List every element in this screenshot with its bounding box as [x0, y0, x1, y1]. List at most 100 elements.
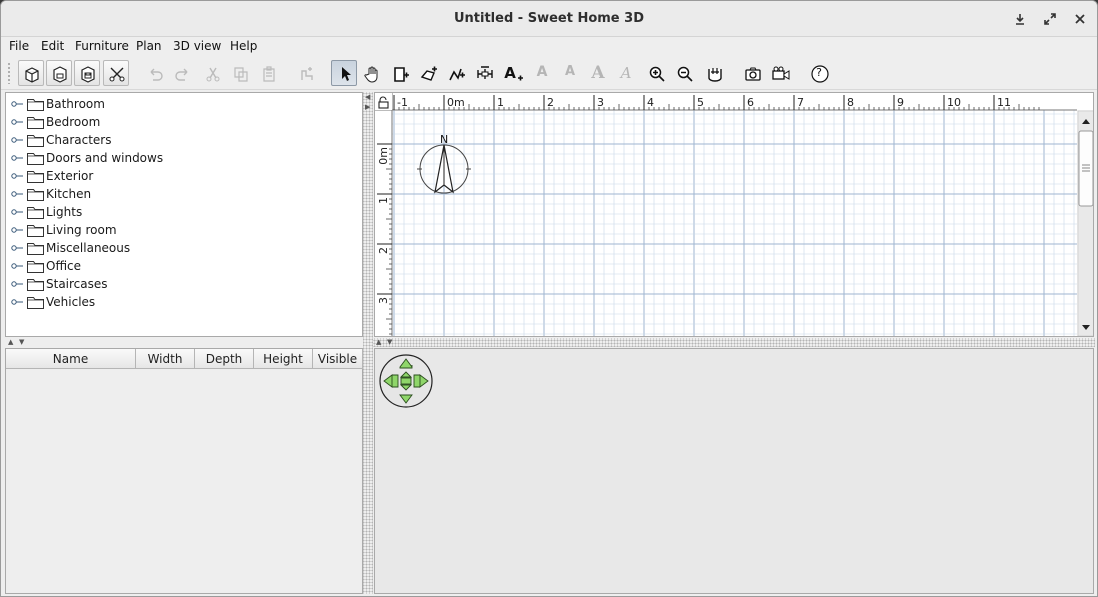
- catalog-category-row[interactable]: Bathroom: [6, 95, 346, 113]
- zoom-in-button[interactable]: [643, 60, 669, 86]
- left-split-divider[interactable]: ▲ ▼: [5, 338, 363, 347]
- expand-toggle-icon[interactable]: [11, 135, 23, 145]
- split-up-arrow-icon[interactable]: ▲: [8, 339, 13, 346]
- catalog-category-row[interactable]: Lights: [6, 203, 346, 221]
- cut-button[interactable]: [199, 60, 225, 86]
- catalog-category-label: Bedroom: [46, 115, 101, 129]
- plan-view[interactable]: -2-10m12345678910110m123N: [374, 92, 1094, 337]
- catalog-category-row[interactable]: Vehicles: [6, 293, 346, 311]
- undo-button[interactable]: [141, 60, 167, 86]
- catalog-category-row[interactable]: Office: [6, 257, 346, 275]
- help-button[interactable]: ?: [806, 60, 832, 86]
- split-right-arrow-icon[interactable]: ▶: [365, 104, 370, 111]
- create-walls-button[interactable]: [387, 60, 413, 86]
- save-button[interactable]: [74, 60, 100, 86]
- open-button[interactable]: [46, 60, 72, 86]
- camera-icon: [745, 67, 761, 81]
- menu-furniture[interactable]: Furniture: [75, 39, 129, 53]
- catalog-category-row[interactable]: Living room: [6, 221, 346, 239]
- column-header-height[interactable]: Height: [254, 349, 313, 369]
- lock-icon-body[interactable]: [378, 101, 389, 109]
- create-photo-button[interactable]: [739, 60, 765, 86]
- expand-toggle-icon[interactable]: [11, 225, 23, 235]
- create-polylines-button[interactable]: [443, 60, 469, 86]
- new-home-button[interactable]: [18, 60, 44, 86]
- catalog-category-label: Staircases: [46, 277, 108, 291]
- create-dimensions-icon: [477, 66, 493, 79]
- menu-file[interactable]: File: [9, 39, 29, 53]
- copy-icon: [234, 67, 248, 82]
- cut-plan-tool-button[interactable]: [103, 60, 129, 86]
- decrease-text-size-button[interactable]: A: [557, 60, 583, 86]
- menu-plan[interactable]: Plan: [136, 39, 162, 53]
- maximize-icon[interactable]: [1041, 10, 1059, 28]
- pan-mode-button[interactable]: [359, 60, 385, 86]
- column-header-depth[interactable]: Depth: [195, 349, 254, 369]
- expand-toggle-icon[interactable]: [11, 189, 23, 199]
- expand-toggle-icon[interactable]: [11, 297, 23, 307]
- import-furniture-button[interactable]: [701, 60, 727, 86]
- minimize-icon[interactable]: [1011, 10, 1029, 28]
- ruler-label: 5: [697, 96, 704, 109]
- italic-text-icon: A: [620, 64, 632, 82]
- catalog-category-row[interactable]: Doors and windows: [6, 149, 346, 167]
- expand-toggle-icon[interactable]: [11, 261, 23, 271]
- column-header-name[interactable]: Name: [6, 349, 136, 369]
- split-down-arrow-icon[interactable]: ▼: [387, 339, 392, 346]
- split-up-arrow-icon[interactable]: ▲: [376, 339, 381, 346]
- menu-help[interactable]: Help: [230, 39, 257, 53]
- menu-edit[interactable]: Edit: [41, 39, 64, 53]
- expand-toggle-icon[interactable]: [11, 99, 23, 109]
- split-left-arrow-icon[interactable]: ◀: [365, 94, 370, 101]
- column-header-width[interactable]: Width: [136, 349, 195, 369]
- increase-text-icon: A: [536, 64, 548, 80]
- add-furniture-button[interactable]: [293, 60, 319, 86]
- ruler-label: 9: [897, 96, 904, 109]
- navigation-arrows-icon[interactable]: [379, 354, 433, 408]
- ruler-label: 1: [377, 197, 390, 204]
- paste-icon: [263, 66, 275, 82]
- expand-toggle-icon[interactable]: [11, 171, 23, 181]
- toolbar-grip[interactable]: [7, 62, 11, 84]
- split-down-arrow-icon[interactable]: ▼: [19, 339, 24, 346]
- catalog-category-row[interactable]: Miscellaneous: [6, 239, 346, 257]
- close-icon[interactable]: [1071, 10, 1089, 28]
- create-walls-icon: [394, 67, 409, 82]
- zoom-out-button[interactable]: [671, 60, 697, 86]
- catalog-category-row[interactable]: Exterior: [6, 167, 346, 185]
- expand-toggle-icon[interactable]: [11, 207, 23, 217]
- catalog-category-row[interactable]: Bedroom: [6, 113, 346, 131]
- right-split-divider[interactable]: ▲ ▼: [373, 338, 1095, 347]
- catalog-category-row[interactable]: Kitchen: [6, 185, 346, 203]
- paste-button[interactable]: [255, 60, 281, 86]
- catalog-category-row[interactable]: Staircases: [6, 275, 346, 293]
- add-text-button[interactable]: A: [499, 60, 525, 86]
- catalog-category-label: Exterior: [46, 169, 94, 183]
- create-dimensions-button[interactable]: [471, 60, 497, 86]
- expand-toggle-icon[interactable]: [11, 279, 23, 289]
- undo-icon: [150, 68, 163, 81]
- expand-toggle-icon[interactable]: [11, 117, 23, 127]
- ruler-label: 7: [797, 96, 804, 109]
- redo-button[interactable]: [169, 60, 195, 86]
- zoom-in-icon: [649, 66, 665, 82]
- ruler-label: 0m: [447, 96, 465, 109]
- folder-icon: [27, 153, 44, 165]
- select-mode-button[interactable]: [331, 60, 357, 86]
- 3d-view[interactable]: [374, 348, 1094, 594]
- menu-3d-view[interactable]: 3D view: [173, 39, 221, 53]
- bold-text-button[interactable]: A: [585, 60, 611, 86]
- create-video-button[interactable]: [767, 60, 793, 86]
- column-header-visible[interactable]: Visible: [313, 349, 363, 369]
- add-furniture-icon: [301, 67, 313, 80]
- italic-text-button[interactable]: A: [613, 60, 639, 86]
- expand-toggle-icon[interactable]: [11, 153, 23, 163]
- video-icon: [772, 66, 790, 80]
- create-rooms-button[interactable]: [415, 60, 441, 86]
- expand-toggle-icon[interactable]: [11, 243, 23, 253]
- catalog-category-row[interactable]: Characters: [6, 131, 346, 149]
- increase-text-size-button[interactable]: A: [529, 60, 555, 86]
- plan-canvas[interactable]: -2-10m12345678910110m123N: [375, 93, 1094, 337]
- vertical-split-divider[interactable]: ◀ ▶: [363, 92, 373, 594]
- copy-button[interactable]: [227, 60, 253, 86]
